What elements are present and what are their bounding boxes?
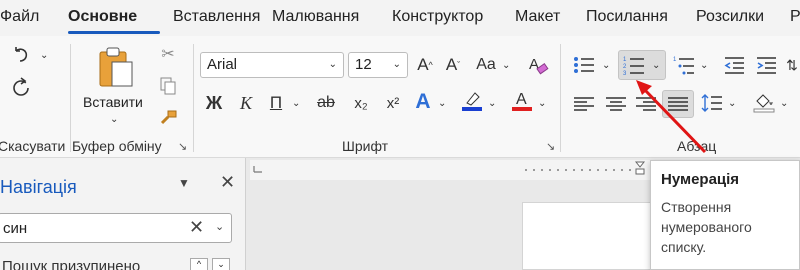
word-window: Файл Основне Вставлення Малювання Констр… bbox=[0, 0, 800, 270]
annotation-arrow bbox=[636, 80, 707, 154]
